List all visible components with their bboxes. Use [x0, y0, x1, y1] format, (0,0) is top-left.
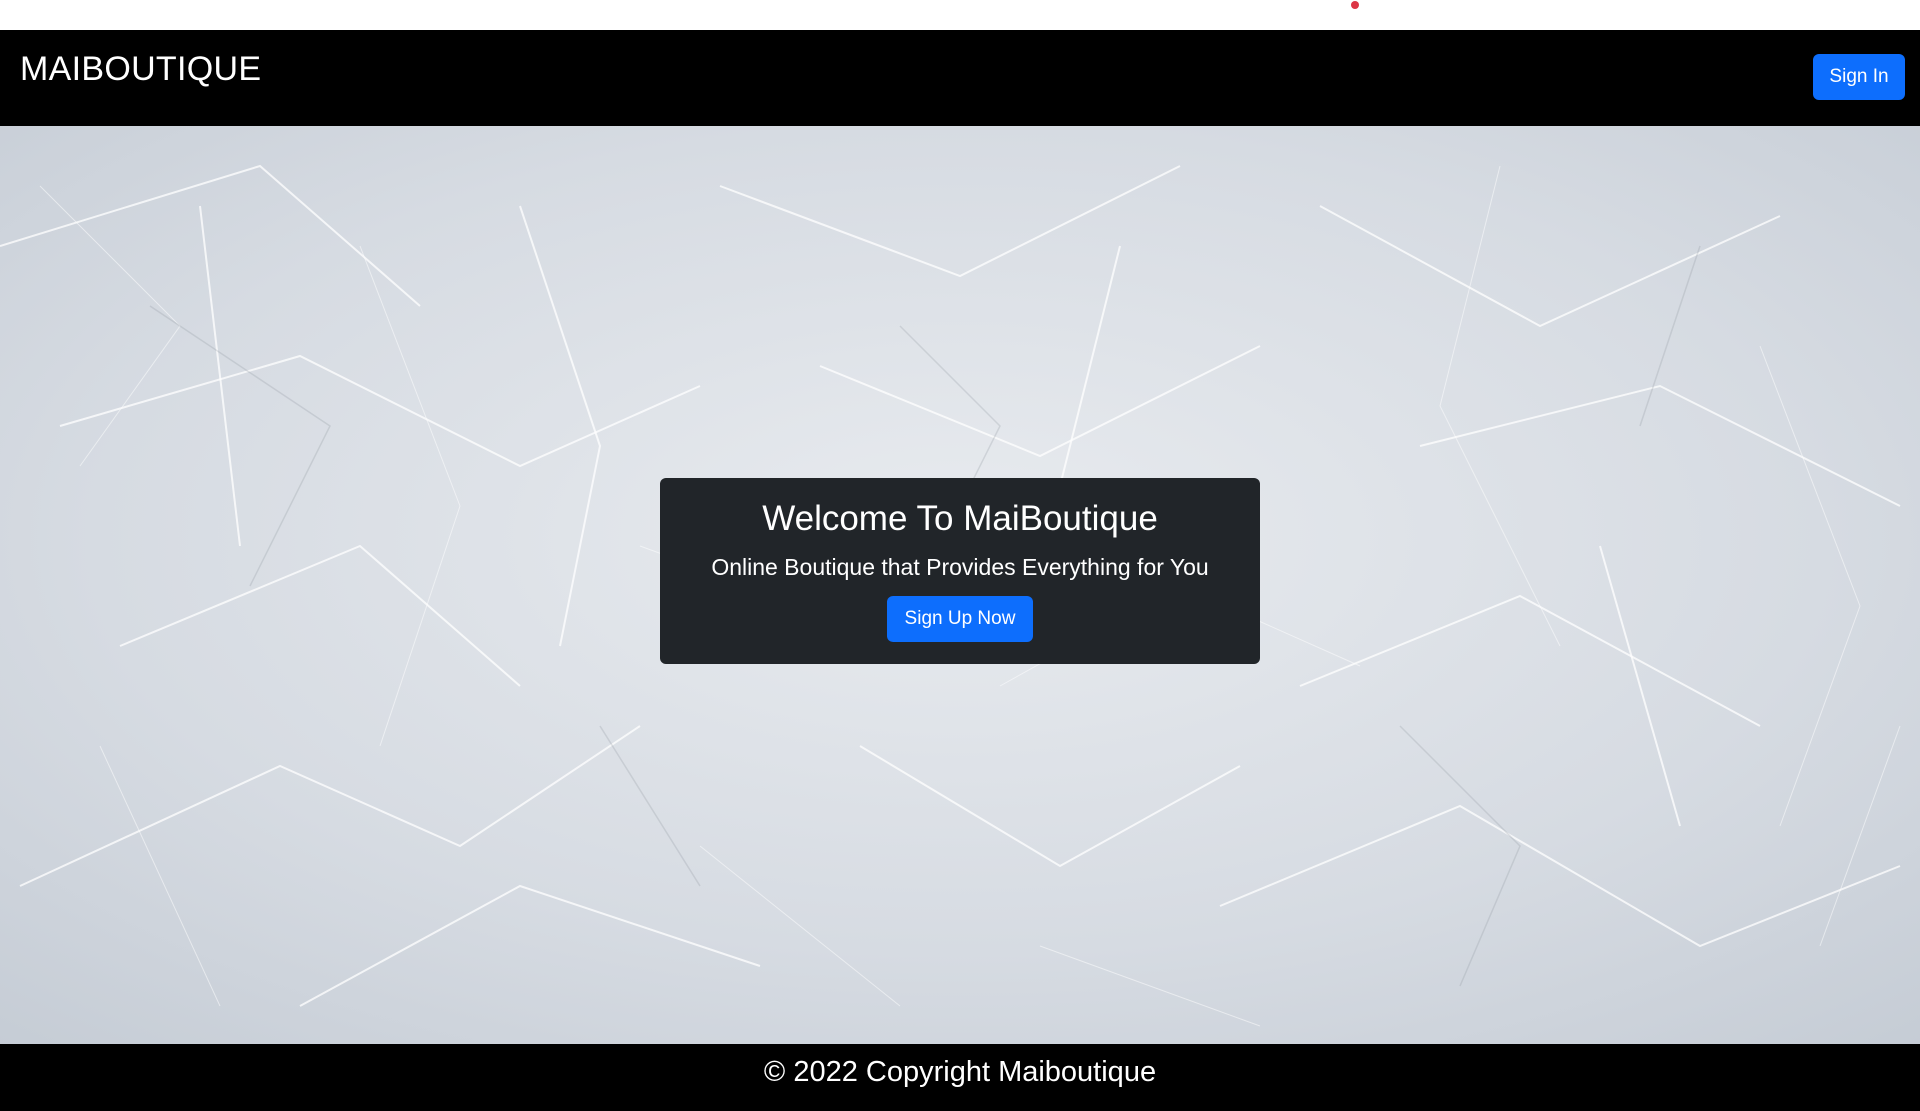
brand-logo[interactable]: MAIBOUTIQUE [20, 52, 261, 86]
navbar: MAIBOUTIQUE Sign In [0, 30, 1920, 126]
welcome-card: Welcome To MaiBoutique Online Boutique t… [660, 478, 1260, 664]
hero-section: Welcome To MaiBoutique Online Boutique t… [0, 126, 1920, 1044]
sign-in-button[interactable]: Sign In [1813, 54, 1905, 100]
welcome-title: Welcome To MaiBoutique [762, 499, 1158, 538]
footer-copyright: © 2022 Copyright Maiboutique [763, 1056, 1157, 1088]
red-indicator-dot [1351, 1, 1359, 9]
welcome-subtitle: Online Boutique that Provides Everything… [711, 554, 1209, 580]
browser-top-strip [0, 0, 1920, 30]
sign-up-now-button[interactable]: Sign Up Now [887, 596, 1033, 642]
footer: © 2022 Copyright Maiboutique [0, 1044, 1920, 1111]
